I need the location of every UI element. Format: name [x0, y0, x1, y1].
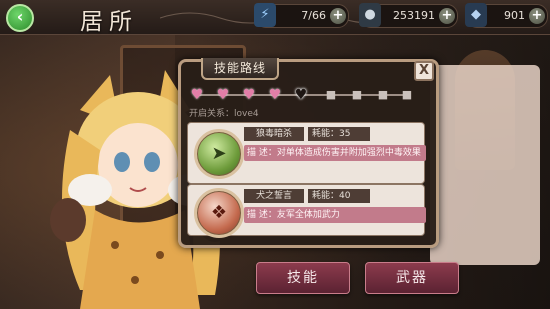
skill-cost: 耗能：35: [308, 127, 370, 141]
gem-value: 901: [504, 9, 525, 22]
side-card: [430, 65, 540, 265]
lock-icon: ■: [351, 88, 363, 101]
relation-label: 开启关系：love4: [189, 109, 259, 119]
lock-icon: ■: [401, 88, 413, 101]
coin-counter: ● 253191 +: [359, 3, 458, 28]
gem-icon: ◆: [465, 3, 487, 27]
add-coin-button[interactable]: +: [439, 8, 455, 24]
close-icon: X: [418, 63, 430, 78]
back-button[interactable]: ‹: [6, 4, 34, 32]
coin-icon: ●: [359, 3, 381, 27]
claw-skill-icon: ❖: [194, 188, 244, 238]
add-gem-button[interactable]: +: [529, 8, 545, 24]
top-bar: ‹ 居所 ⚡ 7/66 + ● 253191 + ◆ 901 +: [0, 0, 550, 35]
stamina-counter: ⚡ 7/66 +: [254, 3, 349, 28]
skill-description: 描 述：对单体造成伤害并附加强烈中毒效果: [244, 145, 426, 161]
lightning-icon: ⚡: [254, 3, 276, 27]
gem-counter: ◆ 901 +: [465, 3, 548, 28]
affection-track: ♥ ♥ ♥ ♥ ♥ ■ ■ ■ ■: [189, 88, 415, 102]
back-arrow-icon: ‹: [16, 7, 24, 26]
dialog-title: 技能路线: [201, 58, 279, 80]
arrow-skill-icon: ➤: [194, 129, 244, 179]
lock-icon: ■: [377, 88, 389, 101]
stamina-value: 7/66: [301, 9, 326, 22]
skill-cost: 耗能：40: [308, 189, 370, 203]
add-stamina-button[interactable]: +: [330, 8, 346, 24]
lock-icon: ■: [325, 88, 337, 101]
skill-card[interactable]: ❖ 犬之誓言 耗能：40 描 述：友军全体加武力: [187, 184, 426, 238]
skill-description: 描 述：友军全体加武力: [244, 207, 426, 223]
heart-current-icon[interactable]: ♥: [293, 88, 309, 102]
heart-filled-icon: ♥: [268, 87, 282, 103]
skill-card[interactable]: ➤ 狼毒暗杀 耗能：35 描 述：对单体造成伤害并附加强烈中毒效果: [187, 122, 426, 184]
skill-name: 狼毒暗杀: [244, 127, 304, 141]
skill-button[interactable]: 技能: [256, 262, 350, 294]
skill-route-dialog: 技能路线 X ♥ ♥ ♥ ♥ ♥ ■ ■ ■ ■ 开启关系：love4 ➤ 狼毒…: [178, 58, 439, 248]
heart-filled-icon: ♥: [242, 87, 256, 103]
coin-value: 253191: [393, 9, 435, 22]
close-button[interactable]: X: [414, 61, 434, 81]
skill-name: 犬之誓言: [244, 189, 304, 203]
heart-filled-icon: ♥: [190, 87, 204, 103]
heart-filled-icon: ♥: [216, 87, 230, 103]
weapon-button[interactable]: 武器: [365, 262, 459, 294]
page-title: 居所: [80, 9, 138, 35]
